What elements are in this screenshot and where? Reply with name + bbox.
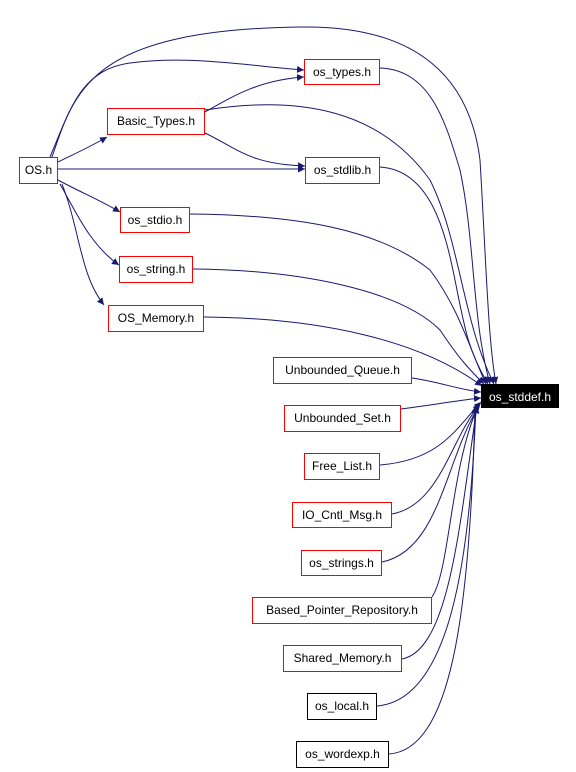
edge-basic_types-to-os_stddef	[204, 104, 495, 385]
node-os-stddef-h[interactable]: os_stddef.h	[481, 384, 559, 408]
edge-unbounded_queue-to-os_stddef	[411, 377, 482, 395]
node-os-local-h[interactable]: os_local.h	[307, 693, 377, 720]
edge-io_cntl_msg-to-os_stddef	[391, 403, 481, 515]
node-os-h[interactable]: OS.h	[19, 157, 58, 184]
edge-os_h-to-basic_types	[57, 136, 108, 163]
node-free-list-h[interactable]: Free_List.h	[304, 453, 380, 480]
edge-unbounded_set-to-os_stddef	[400, 395, 482, 410]
edge-basic_types-to-os_stdlib	[204, 132, 306, 170]
node-os-stdlib-h[interactable]: os_stdlib.h	[305, 157, 380, 184]
node-os-string-h[interactable]: os_string.h	[119, 256, 193, 283]
node-os-types-h[interactable]: os_types.h	[304, 59, 380, 85]
node-unbounded-queue-h[interactable]: Unbounded_Queue.h	[273, 357, 412, 384]
edges-group	[49, 26, 499, 755]
node-shared-memory-h[interactable]: Shared_Memory.h	[283, 645, 402, 672]
node-basic-types-h[interactable]: Basic_Types.h	[107, 108, 205, 135]
node-os-stdio-h[interactable]: os_stdio.h	[120, 207, 190, 233]
node-os-memory-h[interactable]: OS_Memory.h	[108, 305, 204, 332]
edge-os_types-to-os_stddef	[379, 67, 492, 385]
node-unbounded-set-h[interactable]: Unbounded_Set.h	[284, 405, 401, 432]
edge-basic_types-to-os_types	[204, 73, 305, 113]
edge-os_h-to-os_stdio	[57, 179, 121, 213]
node-based-pointer-repository-h[interactable]: Based_Pointer_Repository.h	[252, 597, 432, 624]
node-io-cntl-msg-h[interactable]: IO_Cntl_Msg.h	[292, 502, 392, 528]
node-os-wordexp-h[interactable]: os_wordexp.h	[296, 741, 389, 768]
node-os-strings-h[interactable]: os_strings.h	[301, 550, 382, 576]
